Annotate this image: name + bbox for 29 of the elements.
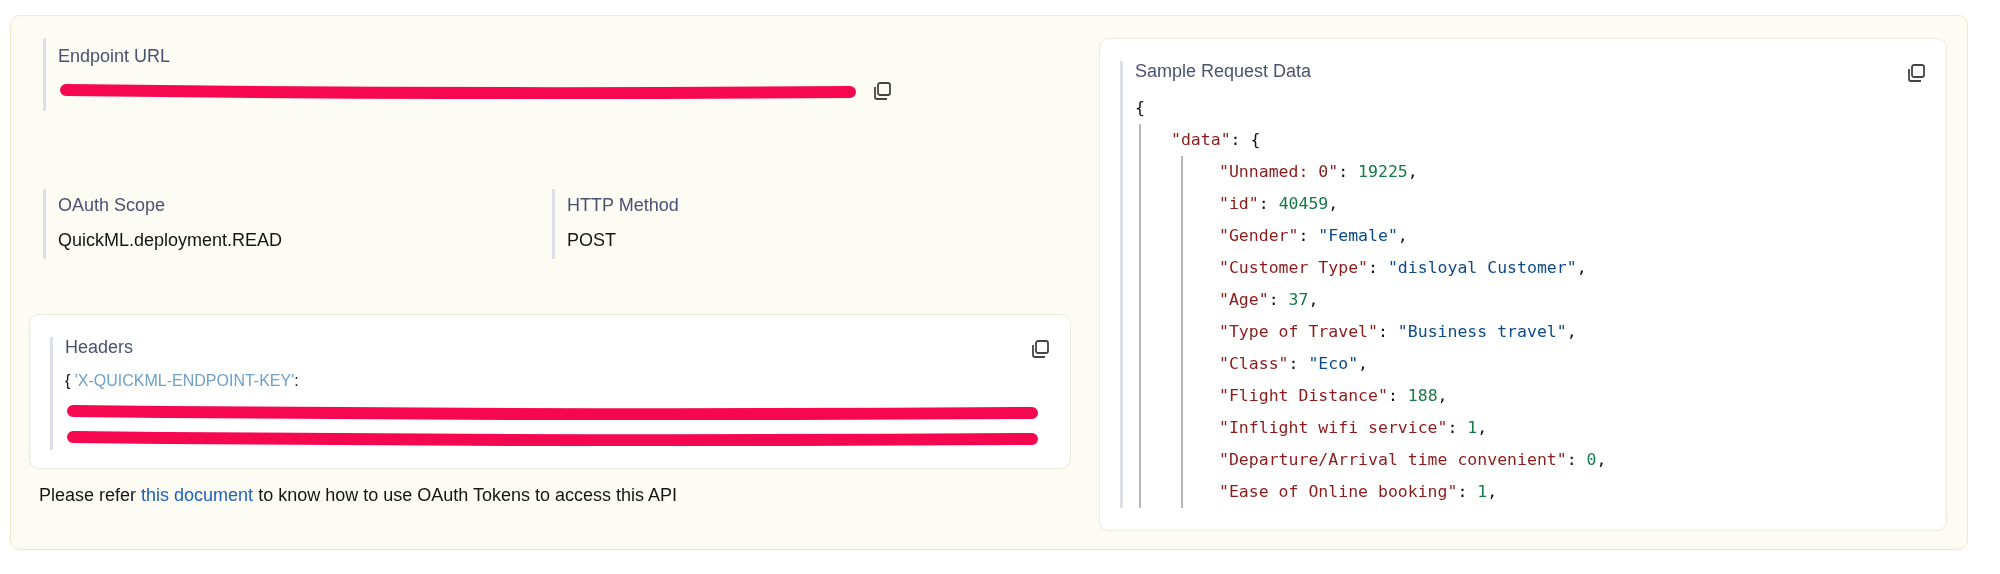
card-title: Headers [65, 337, 134, 358]
copy-button[interactable] [1030, 339, 1050, 359]
copy-button[interactable] [1906, 63, 1926, 83]
code-line: "Departure/Arrival time convenient": 0, [1219, 449, 1608, 471]
document-link[interactable]: this document [141, 485, 254, 505]
code-line: "Customer Type": "disloyal Customer", [1219, 257, 1588, 279]
code-line: "Gender": "Female", [1219, 225, 1409, 247]
code-line: "Class": "Eco", [1219, 353, 1370, 375]
code-line: "Inflight wifi service": 1, [1219, 417, 1489, 439]
code-line: "id": 40459, [1219, 193, 1340, 215]
copy-icon [1906, 63, 1926, 83]
copy-button[interactable] [872, 81, 892, 101]
code-line: "Unnamed: 0": 19225, [1219, 161, 1419, 183]
field-label: OAuth Scope [58, 195, 166, 216]
field-label: Endpoint URL [58, 46, 171, 67]
card-title: Sample Request Data [1135, 61, 1312, 82]
copy-icon [1030, 339, 1050, 359]
field-value: QuickML.deployment.READ [58, 230, 284, 251]
code-line: "Flight Distance": 188, [1219, 385, 1449, 407]
field-value: POST [567, 230, 617, 251]
code-line: "Type of Travel": "Business travel", [1219, 321, 1578, 343]
code-line: { [1135, 97, 1146, 119]
copy-icon [872, 81, 892, 101]
help-text: Please refer this document to know how to use OAuth Tokens to access this API [39, 485, 679, 506]
code-line: "Ease of Online booking": 1, [1219, 481, 1499, 503]
code-line: "Age": 37, [1219, 289, 1320, 311]
code-line: "data": { [1171, 129, 1262, 151]
code-line: { 'X-QUICKML-ENDPOINT-KEY': [65, 371, 300, 391]
field-label: HTTP Method [567, 195, 679, 216]
